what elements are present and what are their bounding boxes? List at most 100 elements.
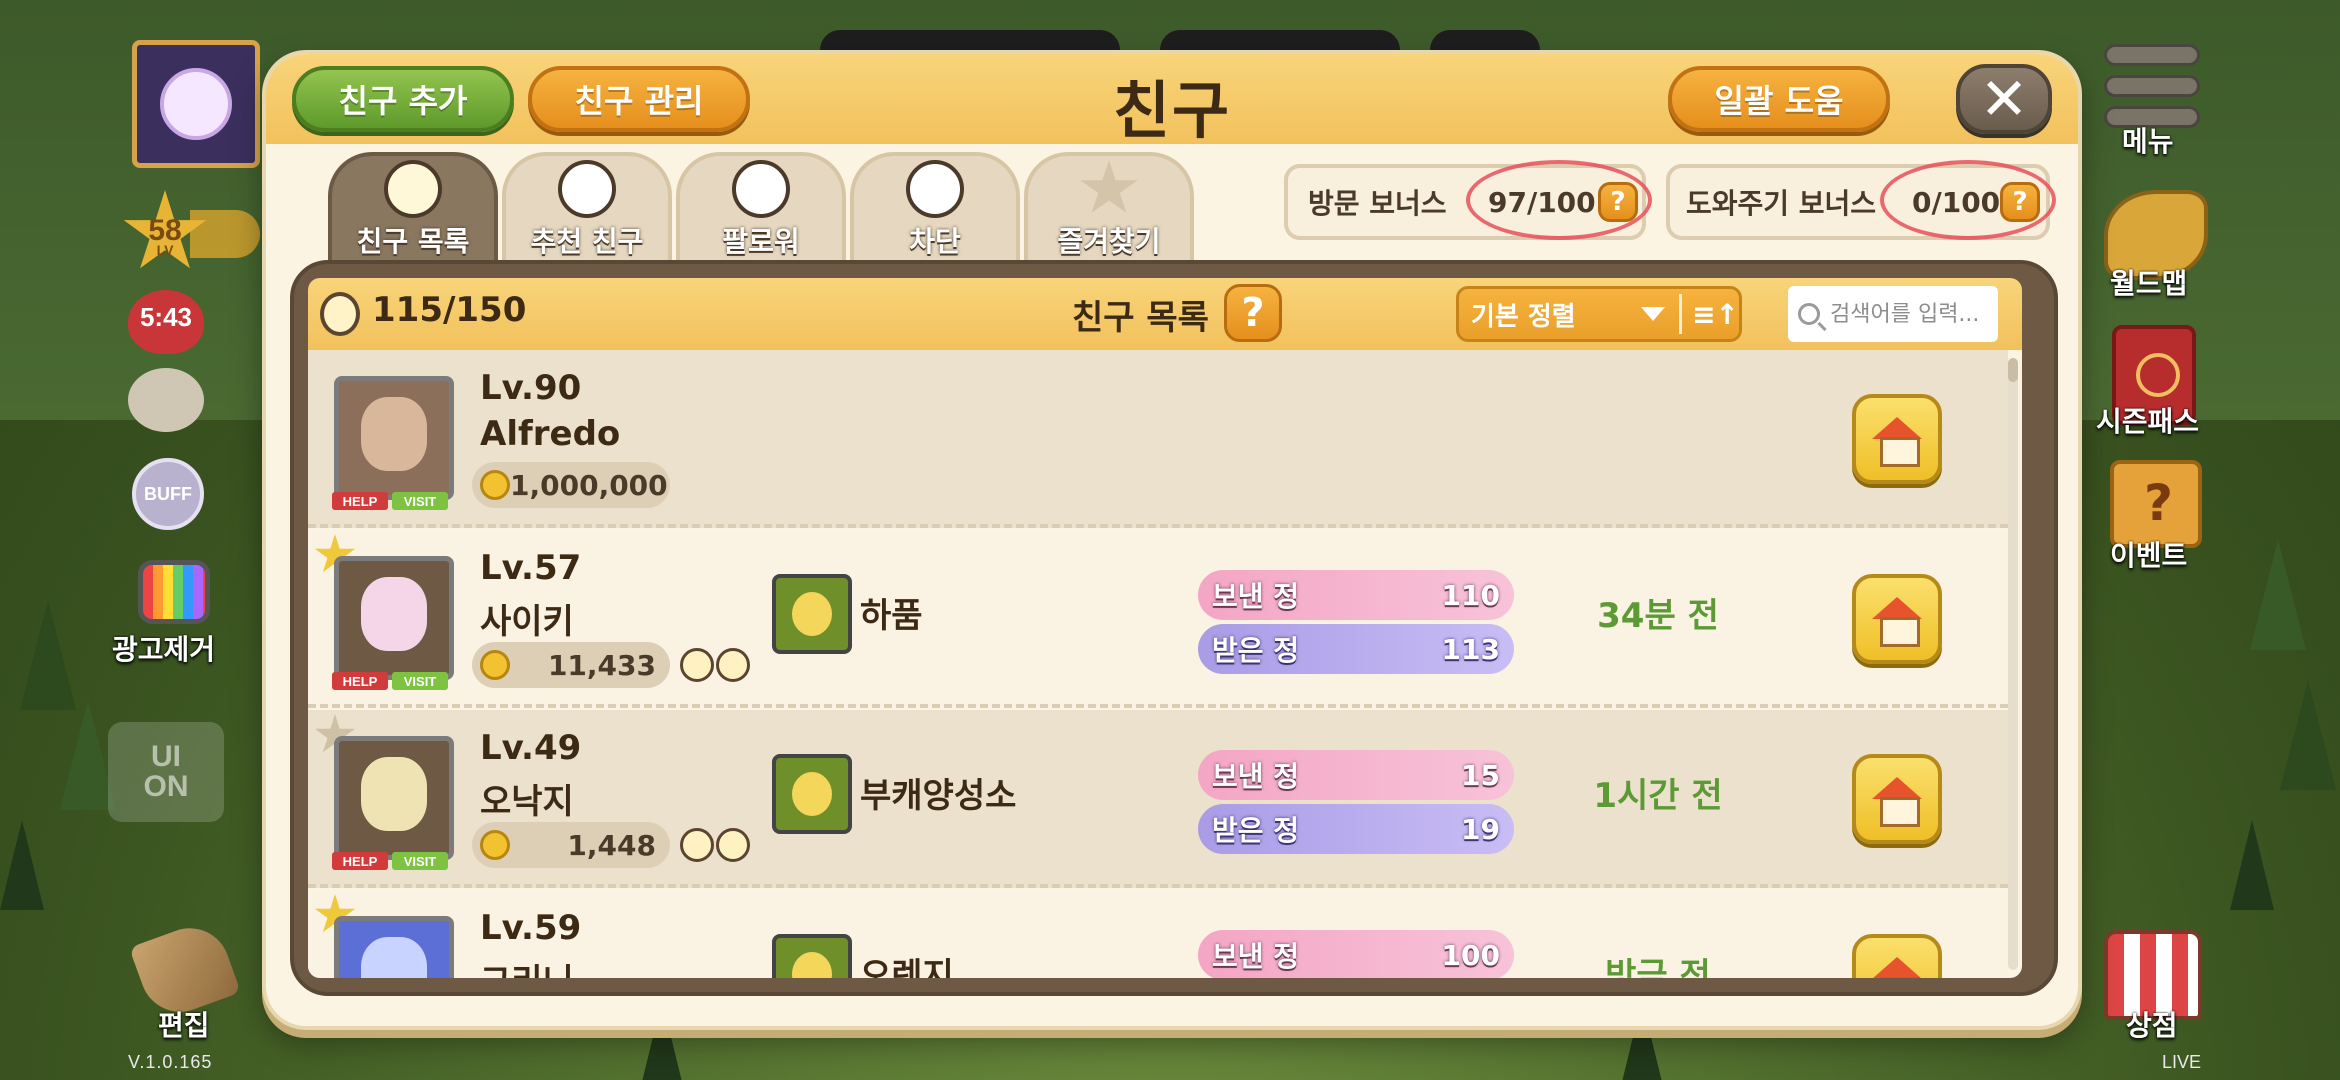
version-label: V.1.0.165 <box>128 1052 213 1072</box>
help-tag: HELP <box>332 492 388 510</box>
heart-timer: 5:43 <box>139 302 193 332</box>
tab-favorites[interactable]: 즐겨찾기 <box>1024 152 1194 264</box>
sort-dropdown[interactable]: 기본 정렬 ≡↑ <box>1456 286 1742 342</box>
cloud-icon[interactable] <box>128 368 204 432</box>
scroll-thumb[interactable] <box>2008 358 2018 382</box>
sent-label: 보낸 정 <box>1212 760 1300 793</box>
avatar-character-icon <box>160 68 232 140</box>
visit-tag: VISIT <box>392 672 448 690</box>
sent-affection-pill: 보낸 정 100 <box>1198 930 1514 978</box>
recommend-face-icon <box>558 160 616 218</box>
ui-toggle-button[interactable]: UI ON <box>108 722 224 822</box>
visit-village-button[interactable] <box>1852 574 1942 664</box>
visit-tag: VISIT <box>392 492 448 510</box>
tv-icon[interactable] <box>138 560 210 624</box>
visit-village-button[interactable] <box>1852 394 1942 484</box>
friend-name: Alfredo <box>480 414 621 454</box>
sent-value: 15 <box>1461 758 1500 792</box>
red-circle-annotation <box>1880 160 2056 240</box>
tab-friend-list[interactable]: 친구 목록 <box>328 152 498 264</box>
friend-list-help-button[interactable]: ? <box>1224 284 1282 342</box>
close-button[interactable]: ✕ <box>1956 64 2052 134</box>
tab-blocked[interactable]: 차단 <box>850 152 1020 264</box>
sent-value: 100 <box>1441 938 1500 972</box>
friend-face-icon <box>384 160 442 218</box>
tab-label: 추천 친구 <box>530 225 644 258</box>
close-icon: ✕ <box>1979 65 2029 133</box>
red-circle-annotation <box>1466 160 1652 240</box>
coin-chip: 1,448 <box>472 822 670 868</box>
help-icon: ? <box>1241 290 1265 336</box>
friend-portrait[interactable] <box>334 556 454 680</box>
friend-list-title: 친구 목록 <box>1072 298 1209 338</box>
ad-remove-label[interactable]: 광고제거 <box>112 628 215 668</box>
list-scrollbar[interactable] <box>2008 358 2018 970</box>
friend-portrait[interactable] <box>334 376 454 500</box>
sent-value: 110 <box>1441 578 1500 612</box>
village-name: 부캐양성소 <box>860 776 1017 816</box>
menu-label[interactable]: 메뉴 <box>2122 120 2174 160</box>
friend-row: HELP VISIT Lv.49 오낙지 1,448 부캐양성소 보낸 정 15… <box>308 710 2008 888</box>
sent-affection-pill: 보낸 정 110 <box>1198 570 1514 620</box>
visit-village-button[interactable] <box>1852 934 1942 978</box>
friend-list-frame: 115/150 친구 목록 ? 기본 정렬 ≡↑ HELP VISIT <box>290 260 2058 996</box>
sort-label: 기본 정렬 <box>1471 301 1576 332</box>
worldmap-label[interactable]: 월드맵 <box>2110 262 2187 302</box>
friend-list[interactable]: HELP VISIT Lv.90 Alfredo 1,000,000 HELP … <box>308 350 2022 978</box>
friend-level: Lv.57 <box>480 548 582 588</box>
help-tag: HELP <box>332 852 388 870</box>
friend-row: Lv.59 그리니 오렌지 보낸 정 100 방금 전 <box>308 890 2008 978</box>
visit-village-button[interactable] <box>1852 754 1942 844</box>
coin-icon <box>480 470 510 500</box>
coin-chip: 11,433 <box>472 642 670 688</box>
tree <box>2250 540 2306 650</box>
friend-portrait[interactable] <box>334 916 454 978</box>
received-label: 받은 정 <box>1212 814 1300 847</box>
old-man-avatar-icon <box>361 397 427 471</box>
sort-divider <box>1679 294 1683 334</box>
friend-count-icon <box>320 292 360 336</box>
visit-bonus-label: 방문 보너스 <box>1308 187 1447 220</box>
search-input[interactable] <box>1830 301 1990 327</box>
tab-followers[interactable]: 팔로워 <box>676 152 846 264</box>
friend-level: Lv.59 <box>480 908 582 948</box>
received-value: 113 <box>1441 632 1500 666</box>
edit-label[interactable]: 편집 <box>158 1004 210 1044</box>
search-box[interactable] <box>1788 286 1998 342</box>
tab-recommended[interactable]: 추천 친구 <box>502 152 672 264</box>
received-value: 19 <box>1461 812 1500 846</box>
buff-button[interactable]: BUFF <box>132 458 204 530</box>
chevron-down-icon <box>1641 307 1666 321</box>
seasonpass-label[interactable]: 시즌패스 <box>2096 400 2199 440</box>
house-icon <box>1872 597 1922 647</box>
house-icon <box>1872 417 1922 467</box>
event-label[interactable]: 이벤트 <box>2110 534 2187 574</box>
friend-coins: 11,433 <box>547 648 656 682</box>
last-seen: 1시간 전 <box>1593 776 1723 816</box>
character-avatar-icon <box>361 937 427 978</box>
received-label: 받은 정 <box>1212 634 1300 667</box>
block-face-icon <box>906 160 964 218</box>
friend-name: 그리니 <box>480 954 574 978</box>
friend-list-header: 115/150 친구 목록 ? 기본 정렬 ≡↑ <box>308 278 2022 350</box>
player-avatar[interactable] <box>132 40 260 168</box>
friends-panel: 친구 추가 친구 관리 친구 일괄 도움 ✕ 친구 목록 추천 친구 팔로워 차… <box>262 50 2082 1030</box>
mutual-friend-icon <box>680 828 750 864</box>
level-unit: LV <box>156 242 174 258</box>
last-seen: 방금 전 <box>1605 956 1711 978</box>
sort-order-icon[interactable]: ≡↑ <box>1692 298 1739 331</box>
tab-label: 친구 목록 <box>356 225 470 258</box>
friend-coins: 1,448 <box>567 828 656 862</box>
friend-portrait[interactable] <box>334 736 454 860</box>
sent-label: 보낸 정 <box>1212 940 1300 973</box>
friend-level: Lv.90 <box>480 368 582 408</box>
menu-icon[interactable] <box>2104 44 2200 128</box>
star-icon <box>1080 160 1138 213</box>
shop-label[interactable]: 상점 <box>2126 1004 2178 1044</box>
mutual-friend-icon <box>680 648 750 684</box>
friend-row: HELP VISIT Lv.90 Alfredo 1,000,000 <box>308 350 2008 528</box>
sent-affection-pill: 보낸 정 15 <box>1198 750 1514 800</box>
bulk-help-button[interactable]: 일괄 도움 <box>1668 66 1890 132</box>
buff-label: BUFF <box>144 483 192 504</box>
tree <box>0 820 44 910</box>
